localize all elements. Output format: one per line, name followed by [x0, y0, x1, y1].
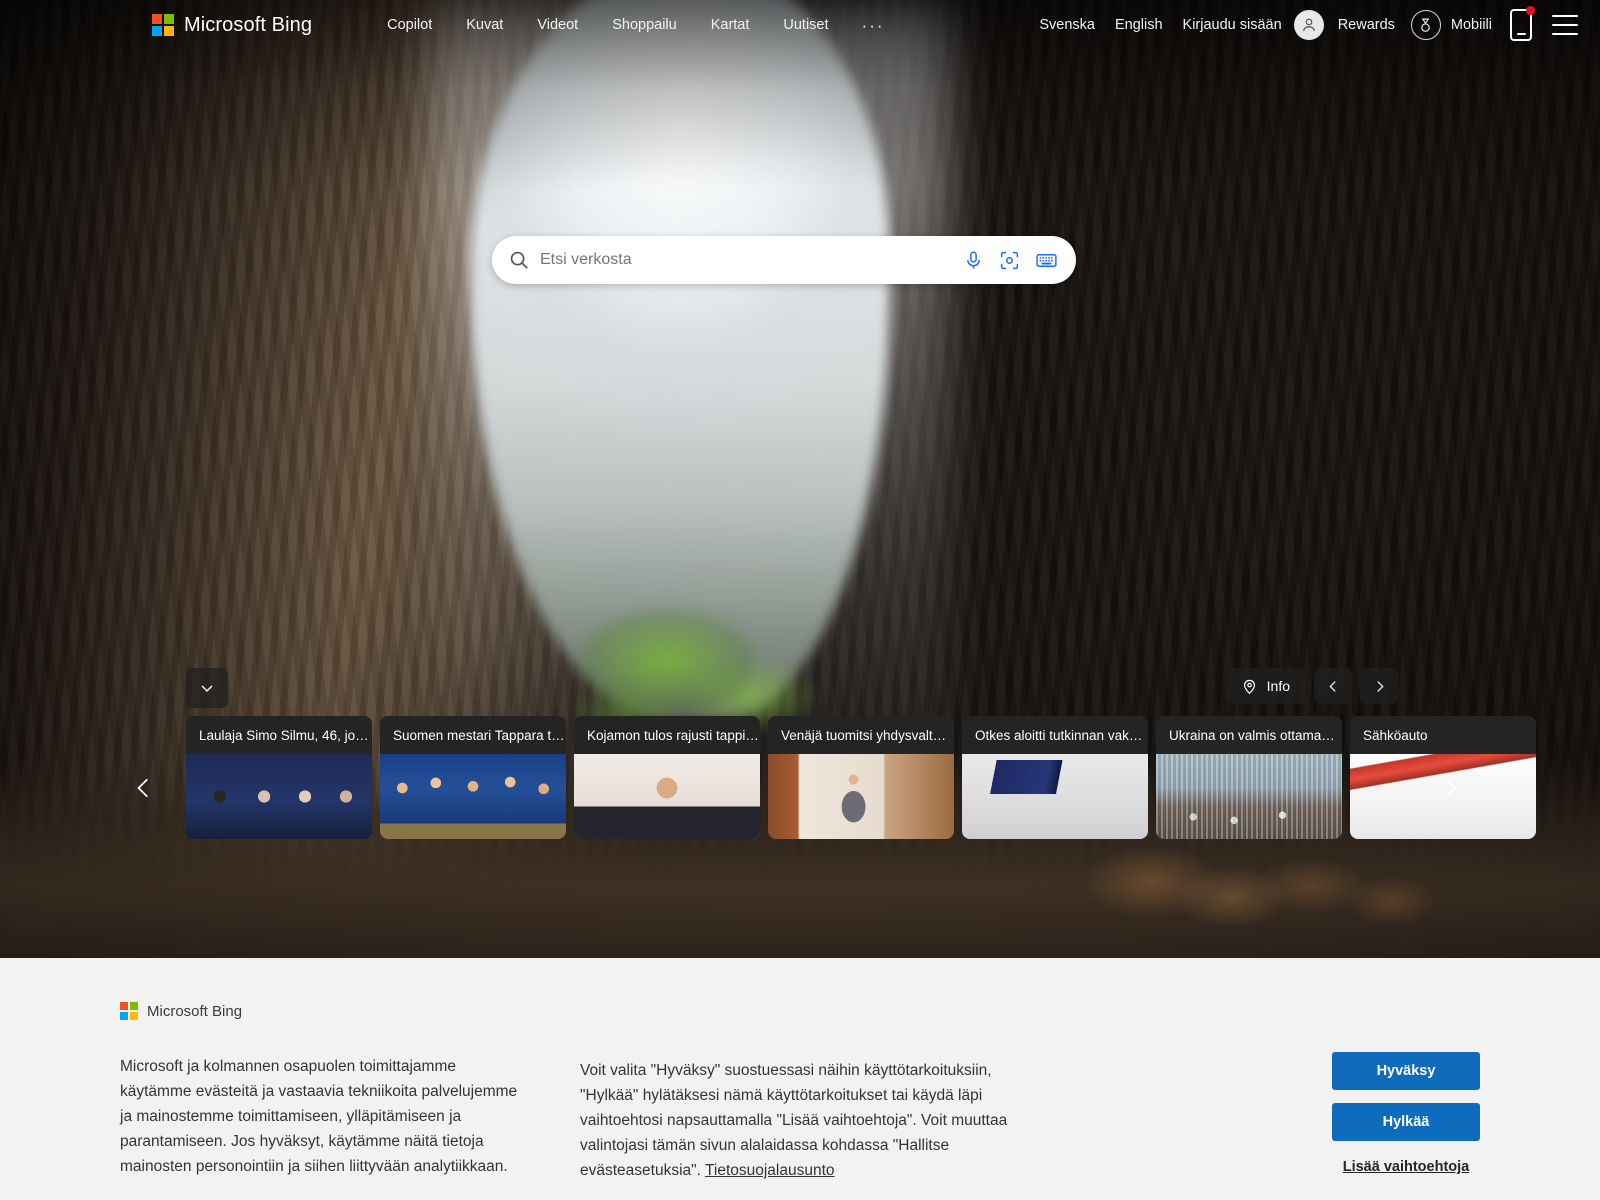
news-card-title: Otkes aloitti tutkinnan vak… — [962, 716, 1148, 754]
person-avatar-icon[interactable] — [1293, 10, 1324, 40]
news-card-thumbnail — [1156, 754, 1342, 839]
nav-item-kuvat[interactable]: Kuvat — [449, 11, 520, 39]
chevron-left-icon — [137, 778, 148, 798]
language-swedish-link[interactable]: Svenska — [1029, 11, 1105, 39]
news-card-title: Sähköauto — [1350, 716, 1536, 754]
nav-item-shoppailu[interactable]: Shoppailu — [595, 11, 694, 39]
top-navigation-bar: Microsoft Bing Copilot Kuvat Videot Shop… — [0, 0, 1600, 50]
search-box[interactable] — [492, 236, 1076, 284]
visual-search-button[interactable] — [999, 250, 1020, 271]
info-button[interactable]: Info — [1228, 668, 1306, 704]
strip-prev-button[interactable] — [1314, 668, 1352, 704]
nav-item-videot[interactable]: Videot — [520, 11, 595, 39]
strip-controls: Info — [1228, 668, 1398, 704]
news-card[interactable]: Laulaja Simo Silmu, 46, jo… — [186, 716, 372, 839]
cookie-left-column: Microsoft Bing Microsoft ja kolmannen os… — [120, 1002, 528, 1183]
chevron-right-icon — [1376, 680, 1384, 692]
more-options-link[interactable]: Lisää vaihtoehtoja — [1343, 1159, 1470, 1175]
news-card[interactable]: Kojamon tulos rajusti tappi… — [574, 716, 760, 839]
news-card-thumbnail — [380, 754, 566, 839]
notification-dot — [1526, 6, 1535, 15]
collapse-strip-button[interactable] — [186, 668, 228, 708]
strip-next-button[interactable] — [1360, 668, 1398, 704]
primary-nav: Copilot Kuvat Videot Shoppailu Kartat Uu… — [370, 11, 900, 39]
news-cards-container: Laulaja Simo Silmu, 46, jo… Suomen mesta… — [186, 716, 1536, 839]
voice-search-button[interactable] — [963, 250, 984, 271]
microsoft-logo-icon — [152, 14, 174, 36]
cookie-consent-banner: Microsoft Bing Microsoft ja kolmannen os… — [0, 958, 1600, 1200]
news-card-thumbnail — [186, 754, 372, 839]
header-right-group: Svenska English Kirjaudu sisään Rewards … — [1029, 6, 1586, 41]
virtual-keyboard-button[interactable] — [1035, 249, 1058, 272]
nav-item-kartat[interactable]: Kartat — [694, 11, 767, 39]
news-card-thumbnail — [768, 754, 954, 839]
cookie-brand: Microsoft Bing — [120, 1002, 528, 1020]
cookie-text-primary: Microsoft ja kolmannen osapuolen toimitt… — [120, 1058, 518, 1175]
chevron-down-icon — [201, 685, 213, 693]
nav-item-uutiset[interactable]: Uutiset — [766, 11, 845, 39]
news-card-thumbnail — [962, 754, 1148, 839]
news-card[interactable]: Suomen mestari Tappara t… — [380, 716, 566, 839]
news-card-title: Ukraina on valmis ottama… — [1156, 716, 1342, 754]
news-card-title: Venäjä tuomitsi yhdysvalt… — [768, 716, 954, 754]
mobile-link[interactable]: Mobiili — [1441, 11, 1502, 39]
chevron-left-icon — [1328, 680, 1336, 692]
news-card-title: Suomen mestari Tappara t… — [380, 716, 566, 754]
news-card-title: Laulaja Simo Silmu, 46, jo… — [186, 716, 372, 754]
search-magnifier-icon — [508, 249, 530, 271]
news-card[interactable]: Ukraina on valmis ottama… — [1156, 716, 1342, 839]
chevron-right-icon — [1446, 778, 1457, 798]
cookie-text-secondary: Voit valita "Hyväksy" suostuessasi näihi… — [580, 1058, 1050, 1183]
accept-button[interactable]: Hyväksy — [1332, 1052, 1480, 1090]
news-card-thumbnail — [574, 754, 760, 839]
mobile-phone-icon[interactable] — [1510, 6, 1535, 41]
nav-more-button[interactable]: ··· — [846, 13, 901, 38]
cookie-actions: Hyväksy Hylkää Lisää vaihtoehtoja — [1332, 1002, 1480, 1183]
language-english-link[interactable]: English — [1105, 11, 1173, 39]
sign-in-link[interactable]: Kirjaudu sisään — [1173, 11, 1292, 39]
news-card-strip: Laulaja Simo Silmu, 46, jo… Suomen mesta… — [0, 716, 1600, 841]
search-input[interactable] — [540, 251, 963, 269]
rewards-link[interactable]: Rewards — [1328, 11, 1405, 39]
rewards-medal-icon[interactable] — [1410, 10, 1441, 40]
news-card[interactable]: Otkes aloitti tutkinnan vak… — [962, 716, 1148, 839]
reject-button[interactable]: Hylkää — [1332, 1103, 1480, 1141]
cards-scroll-right-button[interactable] — [1428, 766, 1472, 810]
bing-logo-link[interactable]: Microsoft Bing — [152, 14, 312, 37]
cards-scroll-left-button[interactable] — [122, 766, 166, 810]
microsoft-logo-icon — [120, 1002, 138, 1020]
news-card-title: Kojamon tulos rajusti tappi… — [574, 716, 760, 754]
location-pin-icon — [1243, 679, 1255, 694]
nav-item-copilot[interactable]: Copilot — [370, 11, 449, 39]
brand-title: Microsoft Bing — [184, 13, 313, 36]
news-card[interactable]: Venäjä tuomitsi yhdysvalt… — [768, 716, 954, 839]
cookie-brand-label: Microsoft Bing — [147, 1002, 243, 1020]
hamburger-menu-icon[interactable] — [1552, 15, 1578, 35]
info-label: Info — [1266, 678, 1290, 694]
hero-section: Microsoft Bing Copilot Kuvat Videot Shop… — [0, 0, 1600, 958]
privacy-statement-link[interactable]: Tietosuojalausunto — [705, 1162, 835, 1179]
cookie-middle-column: Voit valita "Hyväksy" suostuessasi näihi… — [580, 1002, 1050, 1183]
